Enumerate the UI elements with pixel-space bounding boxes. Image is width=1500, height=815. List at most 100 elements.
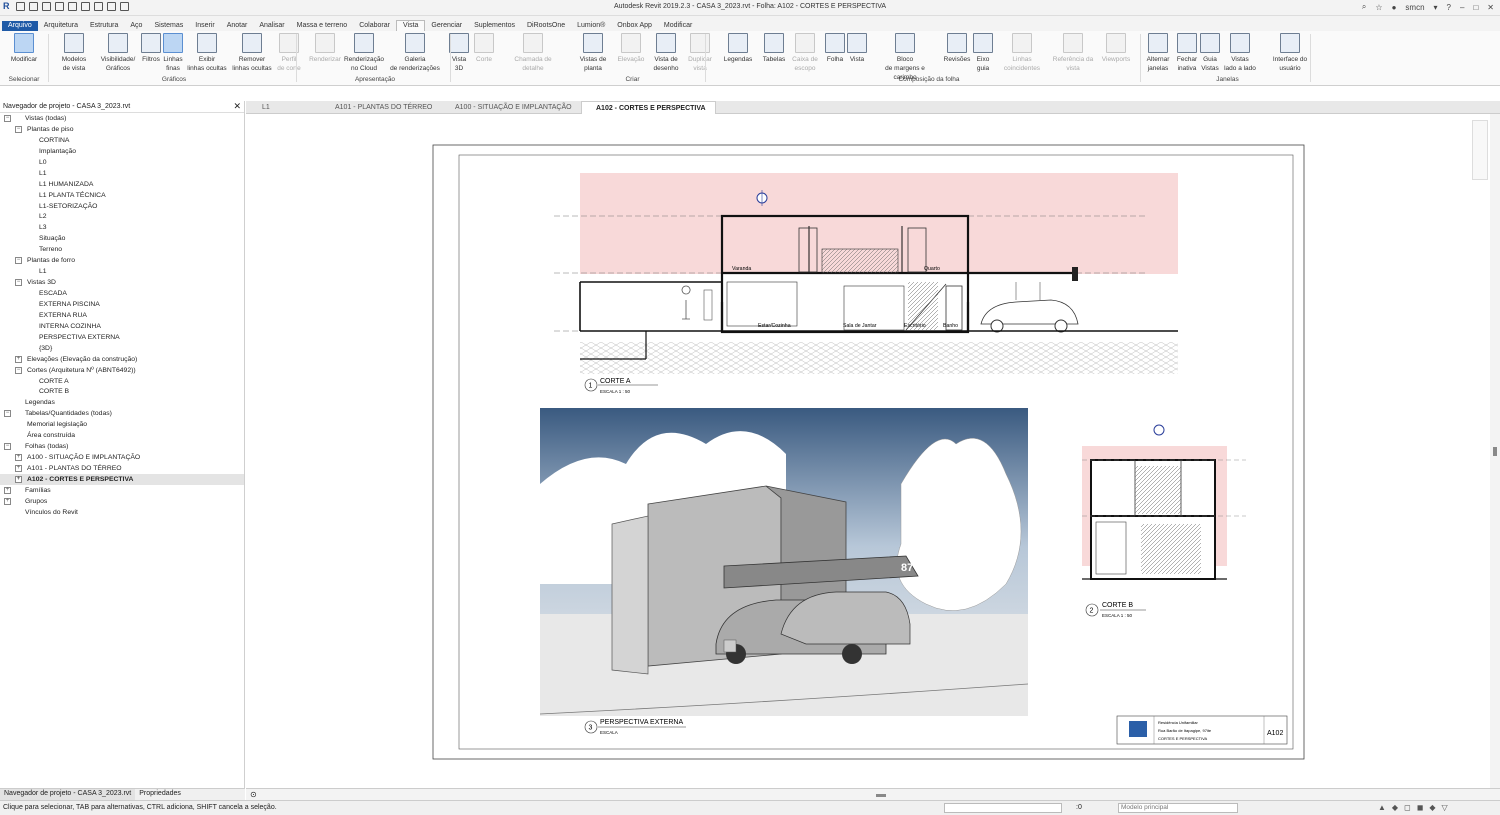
help-icon[interactable]: ? (1447, 3, 1451, 12)
star-icon[interactable]: ☆ (1375, 3, 1382, 12)
navigation-bar[interactable] (1472, 120, 1488, 180)
ribbon-tab-15[interactable]: Onbox App (611, 21, 658, 31)
sheet-view-icon[interactable]: ⊙ (250, 790, 257, 799)
browser-node[interactable]: L1 (0, 168, 244, 179)
browser-node[interactable]: Memorial legislação (0, 419, 244, 430)
collapse-icon[interactable]: − (15, 125, 22, 133)
view-tab-1[interactable]: A101 - PLANTAS DO TÉRREO (321, 101, 446, 114)
collapse-icon[interactable]: − (4, 115, 11, 122)
collapse-icon[interactable]: − (4, 410, 11, 418)
browser-node[interactable]: + A102 - CORTES E PERSPECTIVA (0, 473, 244, 485)
browser-node[interactable]: − Cortes (Arquitetura Nº (ABNT6492)) (0, 365, 244, 376)
workset-selector[interactable] (944, 803, 1062, 813)
browser-node[interactable]: ESCADA (0, 288, 244, 299)
view-tab-0[interactable]: L1 (248, 101, 306, 114)
vertical-scrollbar[interactable] (1490, 114, 1500, 788)
horizontal-scroll-thumb[interactable] (876, 794, 886, 797)
browser-node[interactable]: − Folhas (todas) (0, 441, 244, 452)
browser-node[interactable]: − Plantas de piso (0, 124, 244, 135)
selection-filter-icons[interactable]: ▲◆◻◼◆▽ (1378, 803, 1454, 812)
expand-icon[interactable]: + (15, 454, 22, 462)
tab-properties[interactable]: Propriedades (135, 789, 185, 800)
corte-a-title[interactable]: CORTE A (600, 378, 631, 385)
ribbon-tab-16[interactable]: Modificar (658, 21, 698, 31)
scroll-thumb[interactable] (1493, 447, 1497, 456)
expand-icon[interactable]: + (15, 355, 22, 363)
collapse-icon[interactable]: − (4, 443, 11, 451)
ribbon-button-5[interactable]: Exibir linhas ocultas (182, 33, 232, 73)
browser-node[interactable]: + Grupos (0, 496, 244, 507)
browser-node[interactable]: PERSPECTIVA EXTERNA (0, 332, 244, 343)
browser-node[interactable]: + Famílias (0, 485, 244, 496)
browser-node[interactable]: EXTERNA RUA (0, 310, 244, 321)
browser-node[interactable]: L1 HUMANIZADA (0, 179, 244, 190)
close-icon[interactable]: ✕ (1487, 3, 1494, 12)
design-option-selector[interactable]: Modelo principal (1118, 803, 1238, 813)
collapse-icon[interactable]: − (15, 257, 22, 265)
browser-node[interactable]: EXTERNA PISCINA (0, 299, 244, 310)
user-name[interactable]: smcn (1405, 3, 1424, 12)
browser-node[interactable]: + A100 - SITUAÇÃO E IMPLANTAÇÃO (0, 452, 244, 463)
ribbon-button-9[interactable]: Renderização no Cloud (339, 33, 389, 73)
ribbon-tab-10[interactable]: Vista (395, 20, 426, 31)
tab-project-browser[interactable]: Navegador de projeto - CASA 3_2023.rvt (0, 789, 136, 800)
browser-node[interactable]: − Tabelas/Quantidades (todas) (0, 408, 244, 419)
browser-node[interactable]: − Vistas (todas) (0, 113, 244, 124)
ribbon-button-1[interactable]: Modelos de vista (49, 33, 99, 73)
browser-node[interactable]: CORTINA (0, 135, 244, 146)
browser-node[interactable]: INTERNA COZINHA (0, 321, 244, 332)
ribbon-tab-5[interactable]: Inserir (189, 21, 220, 31)
browser-node[interactable]: L0 (0, 157, 244, 168)
browser-node[interactable]: Implantação (0, 146, 244, 157)
browser-node[interactable]: L1 PLANTA TÉCNICA (0, 190, 244, 201)
expand-icon[interactable]: + (4, 486, 11, 494)
ribbon-button-13[interactable]: Chamada de detalhe (508, 33, 558, 73)
collapse-icon[interactable]: − (15, 279, 22, 287)
ribbon-tab-0[interactable]: Arquivo (2, 21, 38, 31)
maximize-icon[interactable]: □ (1473, 3, 1478, 12)
ribbon-button-10[interactable]: Galeria de renderizações (390, 33, 440, 73)
browser-node[interactable]: CORTE B (0, 386, 244, 397)
ribbon-button-32[interactable]: Vistas lado a lado (1215, 33, 1265, 73)
browser-node[interactable]: L3 (0, 222, 244, 233)
view-tab-3[interactable]: A102 - CORTES E PERSPECTIVA ✕ (581, 101, 716, 125)
ribbon-tab-13[interactable]: DiRootsOne (521, 21, 571, 31)
ribbon-button-22[interactable]: Vista (832, 33, 882, 64)
ribbon-tab-12[interactable]: Suplementos (468, 21, 521, 31)
ribbon-tab-11[interactable]: Gerenciar (425, 21, 468, 31)
ribbon-button-33[interactable]: Interface do usuário (1265, 33, 1315, 73)
collapse-icon[interactable]: − (15, 366, 22, 374)
perspectiva-title[interactable]: PERSPECTIVA EXTERNA (600, 719, 683, 726)
ribbon-tab-8[interactable]: Massa e terreno (291, 21, 354, 31)
browser-node[interactable]: Vínculos do Revit (0, 507, 244, 518)
expand-icon[interactable]: + (4, 497, 11, 505)
ribbon-button-26[interactable]: Linhas coincidentes (997, 33, 1047, 73)
browser-node[interactable]: CORTE A (0, 376, 244, 387)
close-browser-icon[interactable]: ✕ (233, 101, 241, 112)
browser-node[interactable]: Situação (0, 233, 244, 244)
view-tab-2[interactable]: A100 - SITUAÇÃO E IMPLANTAÇÃO (441, 101, 581, 114)
ribbon-button-23[interactable]: Bloco de margens e carimbo (880, 33, 930, 82)
ribbon-tab-2[interactable]: Estrutura (84, 21, 124, 31)
browser-node[interactable]: Legendas (0, 397, 244, 408)
browser-node[interactable]: + A101 - PLANTAS DO TÉRREO (0, 463, 244, 474)
search-icon[interactable]: ⌕ (1362, 2, 1366, 12)
ribbon-tab-4[interactable]: Sistemas (148, 21, 189, 31)
user-icon[interactable]: ● (1392, 3, 1397, 12)
ribbon-tab-7[interactable]: Analisar (253, 21, 290, 31)
browser-node[interactable]: − Vistas 3D (0, 277, 244, 288)
corte-b-title[interactable]: CORTE B (1102, 602, 1133, 609)
ribbon-tab-9[interactable]: Colaborar (353, 21, 396, 31)
browser-node[interactable]: L1-SETORIZAÇÃO (0, 201, 244, 212)
browser-node[interactable]: − Plantas de forro (0, 255, 244, 266)
ribbon-tab-14[interactable]: Lumion® (571, 21, 611, 31)
browser-node[interactable]: L1 (0, 266, 244, 277)
drawing-area[interactable]: Varanda Quarto Estar/Cozinha Sala de Jan… (246, 114, 1490, 788)
cart-icon[interactable]: ▾ (1434, 3, 1438, 12)
browser-node[interactable]: Terreno (0, 244, 244, 255)
browser-node[interactable]: L2 (0, 211, 244, 222)
expand-icon[interactable]: + (15, 465, 22, 472)
ribbon-button-0[interactable]: Modificar (0, 33, 49, 64)
ribbon-tab-1[interactable]: Arquitetura (38, 21, 84, 31)
ribbon-tab-3[interactable]: Aço (124, 21, 148, 31)
